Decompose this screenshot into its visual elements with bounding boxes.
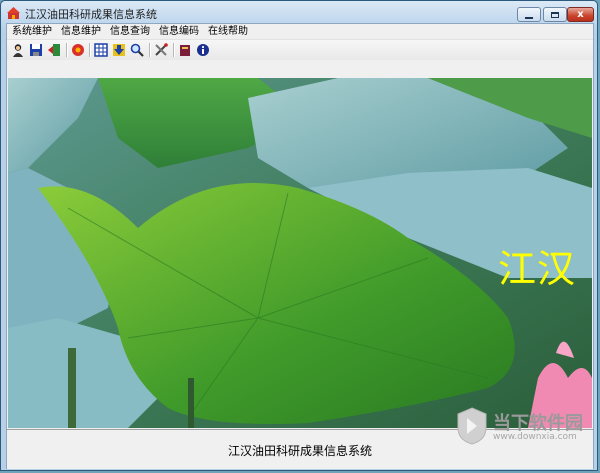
book-icon (180, 45, 190, 56)
flower-button[interactable] (70, 42, 86, 58)
tools-icon (155, 43, 168, 56)
exit-button[interactable] (46, 42, 62, 58)
blank-toolbar-area (7, 60, 593, 78)
exit-door-icon (48, 44, 60, 56)
save-icon (30, 44, 42, 56)
user-button[interactable] (10, 42, 26, 58)
image-caption: 江汉 (498, 247, 577, 291)
close-icon: x (577, 8, 584, 20)
menu-info-query[interactable]: 信息查询 (105, 24, 154, 39)
tools-button[interactable] (153, 42, 169, 58)
menu-info-encoding[interactable]: 信息编码 (154, 24, 203, 39)
minimize-icon (525, 16, 533, 19)
info-icon (197, 44, 209, 56)
window-title: 江汉油田科研成果信息系统 (25, 8, 157, 21)
close-button[interactable]: x (567, 7, 594, 22)
brand-url: www.downxia.com (493, 432, 577, 442)
flower-icon (72, 44, 84, 56)
grid-icon (94, 43, 108, 57)
minimize-button[interactable] (517, 7, 541, 22)
toolbar-separator (89, 43, 91, 57)
menu-system-maintenance[interactable]: 系统维护 (7, 24, 56, 39)
search-button[interactable] (129, 42, 145, 58)
brand-shield-icon (457, 407, 487, 445)
toolbar-separator (149, 43, 151, 57)
toolbar-separator (66, 43, 68, 57)
toolbar (7, 39, 593, 61)
menu-online-help[interactable]: 在线帮助 (203, 24, 252, 39)
save-button[interactable] (28, 42, 44, 58)
info-button[interactable] (195, 42, 211, 58)
app-window: 江汉油田科研成果信息系统 x 系统维护 信息维护 信息查询 信息编码 在线帮助 (0, 0, 598, 471)
book-button[interactable] (177, 42, 193, 58)
user-icon (13, 44, 23, 57)
download-icon (113, 44, 125, 56)
magnifier-search-icon (130, 43, 144, 57)
download-button[interactable] (111, 42, 127, 58)
app-icon (7, 7, 20, 19)
brand-logo: 当下软件园 www.downxia.com (453, 403, 588, 449)
grid-button[interactable] (93, 42, 109, 58)
toolbar-separator (173, 43, 175, 57)
maximize-button[interactable] (543, 7, 567, 22)
menu-info-maintenance[interactable]: 信息维护 (56, 24, 105, 39)
maximize-icon (551, 11, 559, 18)
menu-bar: 系统维护 信息维护 信息查询 信息编码 在线帮助 (7, 24, 593, 39)
lotus-leaf-image: 江汉 (8, 78, 592, 428)
